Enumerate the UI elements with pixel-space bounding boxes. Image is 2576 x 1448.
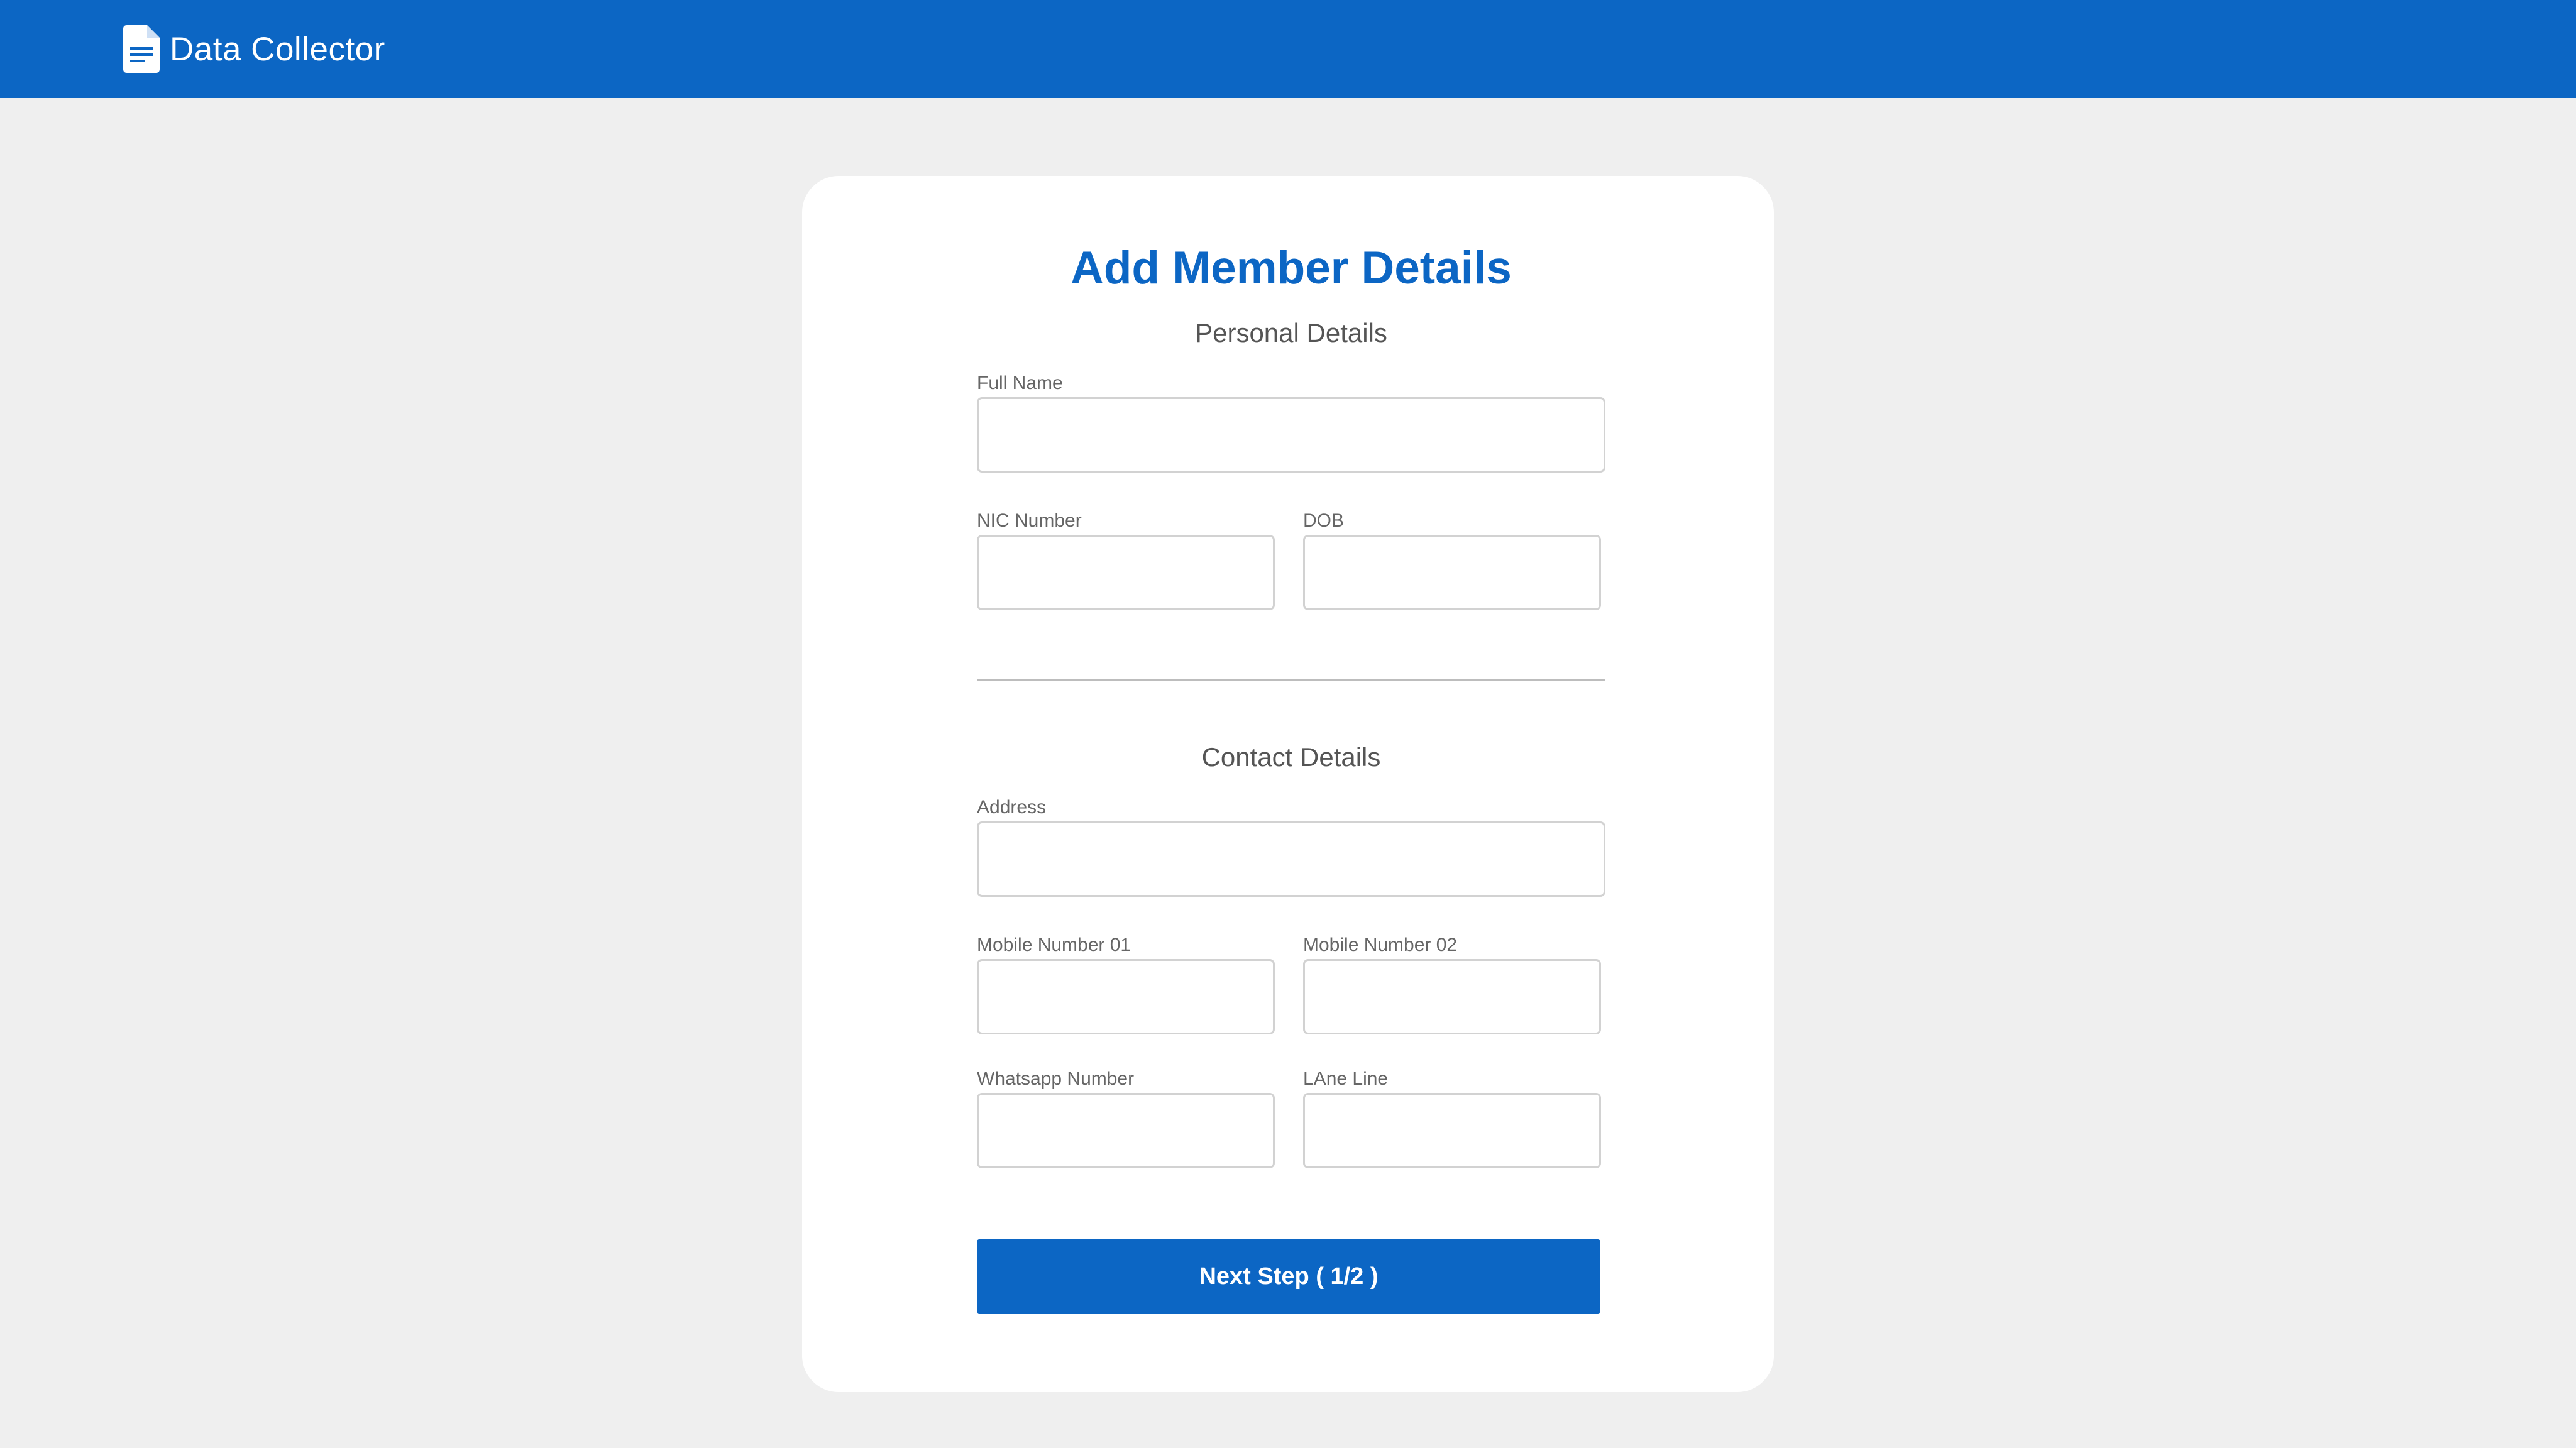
mobile-number-01-input[interactable] (977, 959, 1275, 1034)
mobile-number-01-label: Mobile Number 01 (977, 935, 1131, 955)
dob-field: DOB (1303, 510, 1601, 610)
nic-number-input[interactable] (977, 535, 1275, 610)
app-brand[interactable]: Data Collector (123, 24, 385, 74)
page-title: Add Member Details (1071, 243, 1512, 293)
mobile-number-02-label: Mobile Number 02 (1303, 935, 1458, 955)
address-field: Address (977, 796, 1605, 897)
contact-details-heading: Contact Details (1201, 742, 1381, 772)
full-name-field: Full Name (977, 372, 1605, 473)
mobile-number-01-field: Mobile Number 01 (977, 934, 1275, 1034)
section-divider (977, 679, 1605, 681)
next-step-button[interactable]: Next Step ( 1/2 ) (977, 1239, 1600, 1314)
whatsapp-number-label: Whatsapp Number (977, 1068, 1135, 1089)
top-navigation-bar: Data Collector (0, 0, 2576, 98)
mobile-number-02-input[interactable] (1303, 959, 1601, 1034)
member-details-card: Add Member Details Personal Details Full… (802, 176, 1774, 1392)
app-name: Data Collector (170, 30, 385, 68)
address-label: Address (977, 797, 1047, 818)
mobile-number-02-field: Mobile Number 02 (1303, 934, 1601, 1034)
whatsapp-number-field: Whatsapp Number (977, 1068, 1275, 1168)
land-line-label: LAne Line (1303, 1068, 1389, 1089)
personal-details-heading: Personal Details (1195, 318, 1387, 348)
land-line-field: LAne Line (1303, 1068, 1601, 1168)
address-input[interactable] (977, 821, 1605, 897)
whatsapp-number-input[interactable] (977, 1093, 1275, 1168)
nic-number-label: NIC Number (977, 510, 1082, 531)
document-icon (123, 25, 160, 73)
dob-label: DOB (1303, 510, 1345, 531)
land-line-input[interactable] (1303, 1093, 1601, 1168)
full-name-input[interactable] (977, 397, 1605, 473)
dob-input[interactable] (1303, 535, 1601, 610)
nic-number-field: NIC Number (977, 510, 1275, 610)
full-name-label: Full Name (977, 373, 1063, 393)
